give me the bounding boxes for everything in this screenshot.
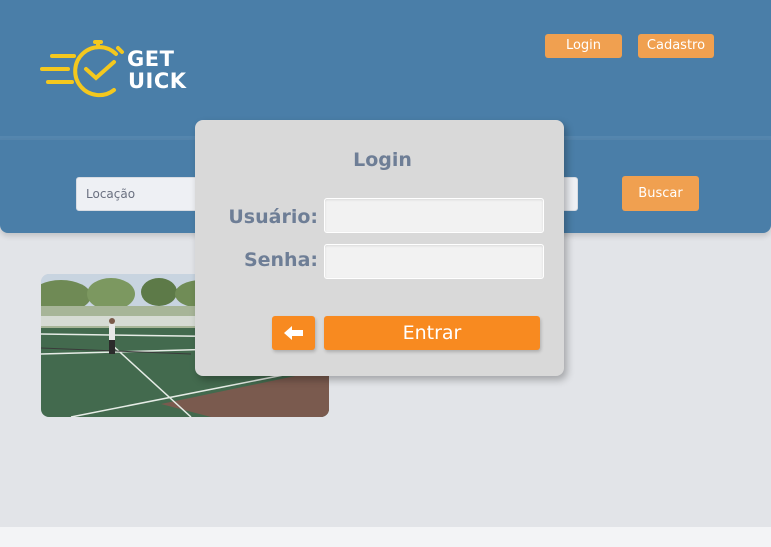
brand-line-2: UICK	[128, 69, 187, 93]
search-button[interactable]: Buscar	[622, 176, 699, 211]
back-button[interactable]	[272, 316, 315, 350]
modal-title: Login	[353, 149, 412, 171]
submit-button[interactable]: Entrar	[324, 316, 540, 350]
footer	[0, 527, 771, 547]
login-button[interactable]: Login	[545, 34, 622, 58]
brand-name: GET UICK	[127, 48, 187, 92]
password-field[interactable]	[324, 244, 544, 279]
username-field[interactable]	[324, 198, 544, 233]
username-label: Usuário:	[228, 206, 318, 228]
register-button[interactable]: Cadastro	[638, 34, 714, 58]
brand-line-1: GET	[127, 47, 175, 71]
arrow-left-icon	[283, 326, 303, 340]
password-label: Senha:	[243, 249, 318, 271]
